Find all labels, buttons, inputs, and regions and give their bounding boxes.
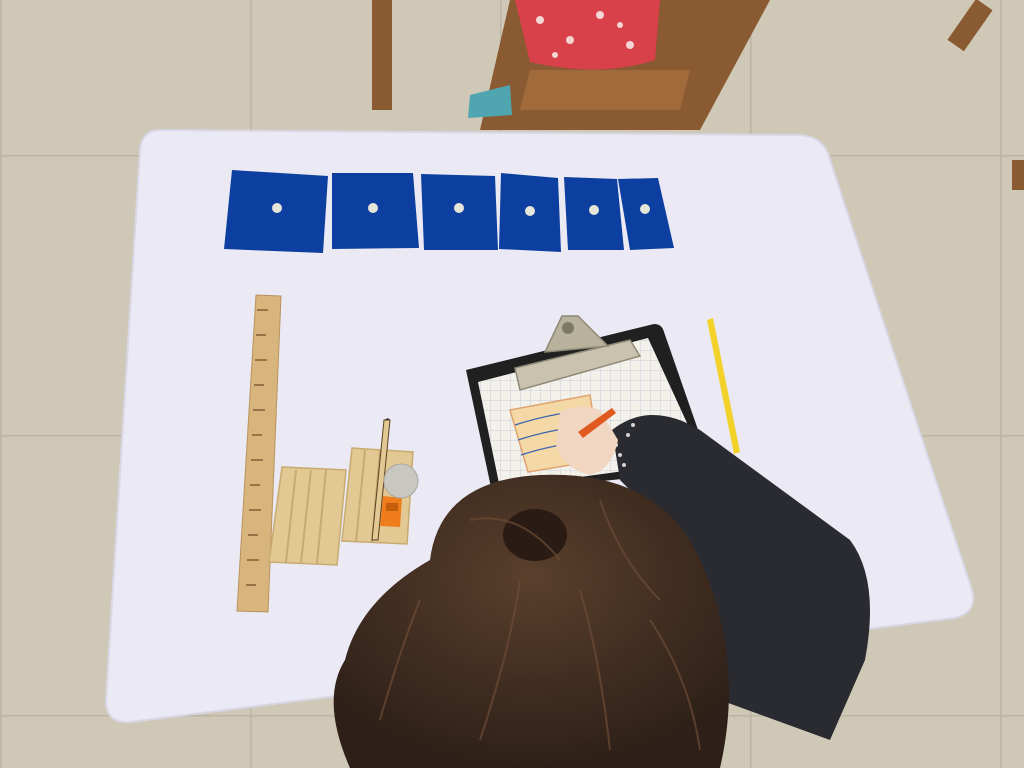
wooden-block-left — [268, 466, 347, 566]
red-dress — [515, 0, 660, 70]
blue-tile — [332, 173, 419, 249]
blue-tile — [564, 177, 624, 250]
eraser — [383, 463, 419, 499]
blue-tile — [499, 173, 561, 252]
blue-tiles — [224, 170, 674, 253]
blue-tile — [224, 170, 328, 253]
blue-tile — [421, 174, 498, 250]
classroom-scene — [0, 0, 1024, 768]
sharpener — [380, 496, 402, 527]
